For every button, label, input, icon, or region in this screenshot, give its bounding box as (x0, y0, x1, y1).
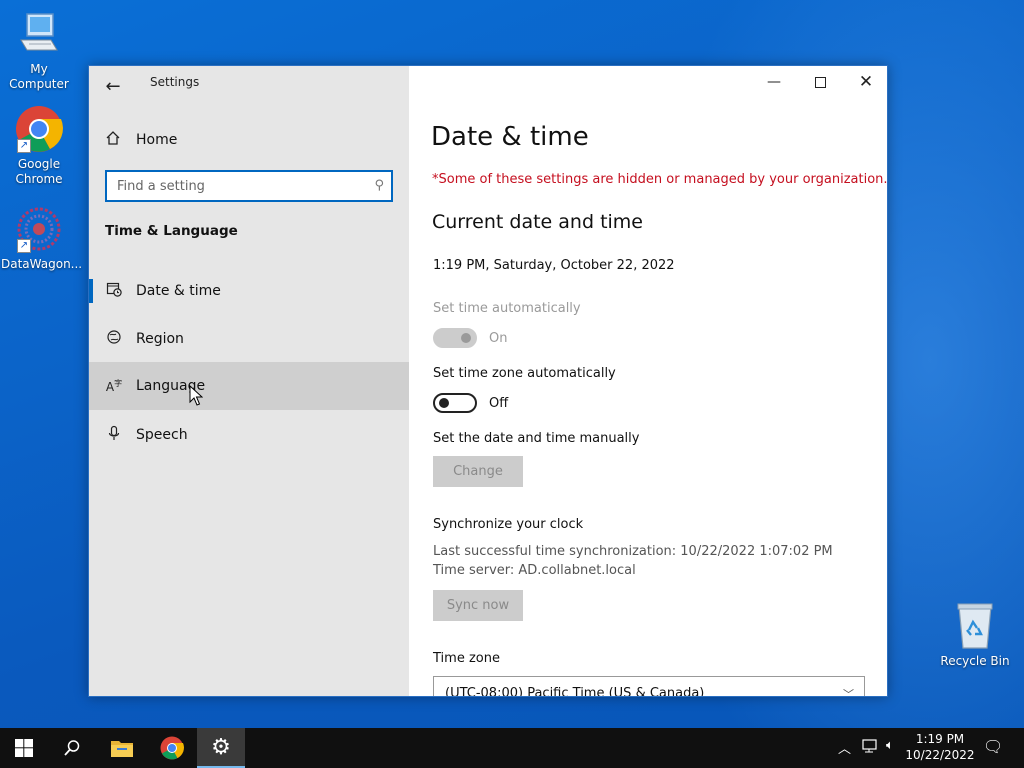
set-tz-auto-toggle[interactable] (433, 393, 477, 413)
nav-home-label: Home (136, 132, 178, 148)
date-time-icon (105, 281, 123, 301)
chevron-up-icon[interactable]: ︿ (838, 738, 851, 757)
taskbar-clock[interactable]: 1:19 PM 10/22/2022 (902, 731, 978, 763)
volume-icon[interactable]: 🔈︎ (886, 738, 894, 753)
notifications-icon[interactable]: 🗨︎ (983, 737, 1003, 756)
desktop-icon-label: Recycle Bin (940, 654, 1010, 668)
maximize-button[interactable] (797, 66, 843, 98)
sidebar-item-label: Date & time (136, 283, 221, 299)
sidebar-item-region[interactable]: Region (89, 315, 409, 363)
set-time-auto-label: Set time automatically (433, 301, 581, 316)
set-tz-auto-state: Off (489, 396, 509, 411)
microphone-icon (105, 425, 123, 445)
last-sync-text: Last successful time synchronization: 10… (433, 544, 833, 559)
time-zone-label: Time zone (433, 651, 500, 666)
datawagon-icon: ↗ (15, 205, 63, 253)
nav-home[interactable]: Home (105, 129, 177, 151)
search-icon: ⚲ (374, 178, 384, 193)
toggle-knob (439, 398, 449, 408)
desktop-icon-label: Google Chrome (15, 157, 63, 186)
set-tz-auto-label: Set time zone automatically (433, 366, 616, 381)
search-icon (64, 740, 80, 756)
set-time-auto-state: On (489, 331, 508, 346)
sync-heading: Synchronize your clock (433, 517, 584, 532)
settings-window: ← Settings Home ⚲ Time & Language Date &… (88, 65, 888, 697)
search-input[interactable] (117, 178, 362, 194)
back-arrow-icon: ← (105, 75, 121, 97)
nav-section-title: Time & Language (105, 223, 238, 239)
network-icon[interactable] (862, 738, 880, 758)
mouse-cursor-icon (189, 385, 203, 406)
language-icon: A字 (105, 379, 123, 394)
current-datetime: 1:19 PM, Saturday, October 22, 2022 (433, 258, 675, 273)
desktop-icon-my-computer[interactable]: My Computer (1, 10, 77, 92)
folder-icon (111, 741, 133, 757)
maximize-icon (814, 76, 826, 88)
taskbar-file-explorer[interactable] (98, 728, 146, 768)
taskbar-search-button[interactable] (48, 728, 96, 768)
change-button[interactable]: Change (433, 456, 523, 487)
toggle-knob (461, 333, 471, 343)
section-heading-current: Current date and time (432, 211, 643, 233)
window-title: Settings (150, 75, 200, 89)
taskbar-chrome[interactable] (148, 728, 196, 768)
time-server-text: Time server: AD.collabnet.local (433, 563, 636, 578)
manual-datetime-label: Set the date and time manually (433, 431, 640, 446)
minimize-icon: — (767, 74, 781, 90)
minimize-button[interactable]: — (751, 66, 797, 98)
taskbar: ⚙ ︿ 🔈︎ 1:19 PM 10/22/2022 🗨︎ (0, 728, 1024, 768)
sidebar-item-language[interactable]: A字 Language (89, 362, 409, 410)
desktop-icon-google-chrome[interactable]: ↗ Google Chrome (1, 105, 77, 187)
shortcut-arrow-icon: ↗ (17, 139, 31, 153)
home-icon (105, 130, 123, 150)
shortcut-arrow-icon: ↗ (17, 239, 31, 253)
search-box[interactable]: ⚲ (105, 170, 393, 202)
sync-now-button[interactable]: Sync now (433, 590, 523, 621)
sidebar-item-date-time[interactable]: Date & time (89, 267, 409, 315)
settings-content-pane: — ✕ Date & time *Some of these settings … (409, 66, 888, 697)
close-button[interactable]: ✕ (843, 66, 887, 98)
sidebar-item-label: Region (136, 331, 184, 347)
clock-date: 10/22/2022 (905, 748, 975, 762)
recycle-bin-icon (951, 602, 999, 650)
org-managed-notice: *Some of these settings are hidden or ma… (432, 172, 888, 187)
chrome-icon: ↗ (15, 105, 63, 153)
desktop-icon-label: My Computer (9, 62, 69, 91)
clock-time: 1:19 PM (915, 732, 965, 746)
desktop-icon-datawagon[interactable]: ↗ DataWagon... (1, 205, 82, 272)
gear-icon: ⚙ (211, 734, 231, 760)
time-zone-dropdown[interactable]: (UTC-08:00) Pacific Time (US & Canada) ﹀ (433, 676, 865, 697)
windows-logo-icon (15, 739, 33, 757)
set-time-auto-toggle[interactable] (433, 328, 477, 348)
back-button[interactable]: ← (99, 72, 127, 100)
sidebar-item-label: Speech (136, 427, 188, 443)
region-globe-icon (105, 329, 123, 349)
computer-icon (15, 10, 63, 58)
sidebar-item-speech[interactable]: Speech (89, 411, 409, 459)
desktop-icon-recycle-bin[interactable]: Recycle Bin (937, 602, 1013, 669)
taskbar-settings[interactable]: ⚙ (197, 728, 245, 768)
settings-nav-pane: ← Settings Home ⚲ Time & Language Date &… (89, 66, 409, 696)
start-button[interactable] (0, 728, 48, 768)
chrome-icon (160, 736, 184, 760)
chevron-down-icon: ﹀ (843, 688, 854, 697)
desktop-icon-label: DataWagon... (1, 257, 83, 271)
close-icon: ✕ (858, 72, 874, 92)
time-zone-value: (UTC-08:00) Pacific Time (US & Canada) (445, 685, 705, 697)
page-title: Date & time (431, 122, 589, 152)
